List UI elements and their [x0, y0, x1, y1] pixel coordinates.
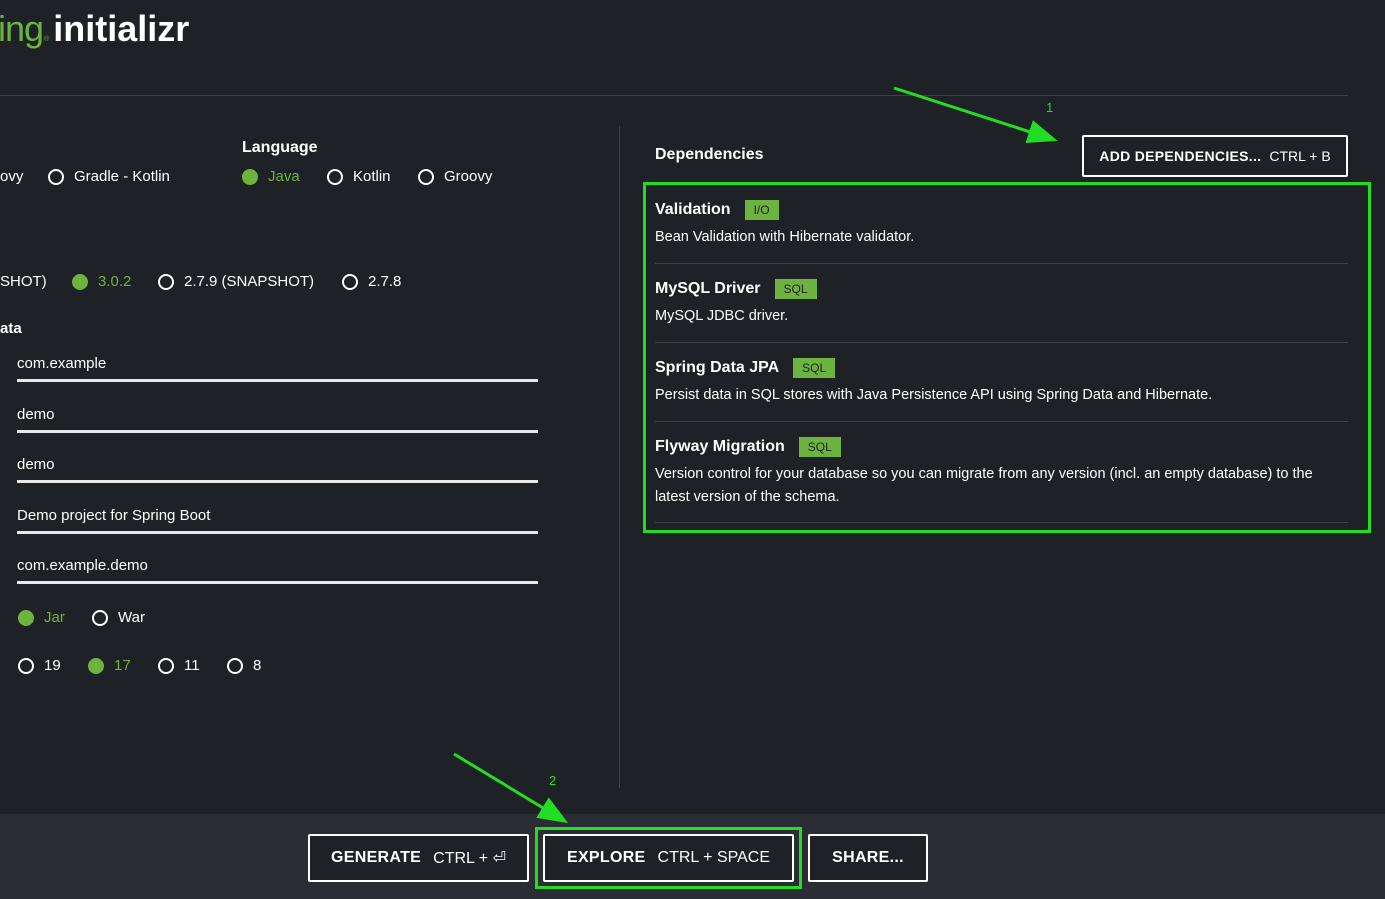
- annotation-marker-1: 1: [1046, 100, 1054, 115]
- spring-initializr-page: ing ® initializr ovy Gradle - Kotlin Lan…: [0, 0, 1385, 899]
- arrow-2-icon: [453, 752, 569, 824]
- annotation-marker-2: 2: [549, 773, 557, 788]
- arrow-1-icon: [893, 86, 1058, 144]
- annotation-arrows: [453, 86, 1058, 824]
